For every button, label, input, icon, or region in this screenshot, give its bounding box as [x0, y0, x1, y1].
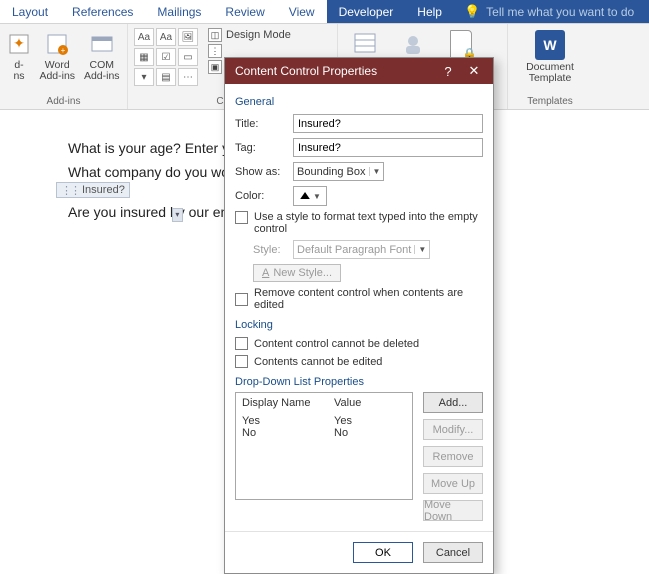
add-button[interactable]: Add... — [423, 392, 483, 413]
svg-text:✦: ✦ — [13, 35, 25, 51]
label-tag: Tag: — [235, 142, 287, 154]
list-item[interactable]: No No — [242, 427, 406, 439]
label-color: Color: — [235, 190, 287, 202]
cc-dropdown-caret[interactable]: ▾ — [172, 208, 183, 222]
new-style-button: A̲ New Style... — [253, 264, 341, 282]
xml-mapping-button[interactable] — [344, 28, 386, 58]
dropdown-list-box[interactable]: Display Name Value Yes Yes No No — [235, 392, 413, 500]
cc-dropdown-button[interactable]: ▾ — [134, 68, 154, 86]
label-title: Title: — [235, 118, 287, 130]
lightbulb-icon: 💡 — [464, 4, 480, 20]
cc-repeating-button[interactable]: ⋯ — [178, 68, 198, 86]
dialog-close-button[interactable]: ✕ — [461, 63, 487, 79]
lock-delete-label: Content control cannot be deleted — [254, 338, 419, 350]
dialog-title-text: Content Control Properties — [235, 64, 377, 78]
doc-line-q3-label: Are you insured by our emp — [68, 204, 240, 220]
document-template-button[interactable]: W Document Template — [518, 28, 582, 84]
addins-button[interactable]: ✦ d- ns — [6, 28, 32, 82]
lock-edit-checkbox[interactable] — [235, 355, 248, 368]
cc-checkbox-button[interactable]: ☑ — [156, 48, 176, 66]
remove-cc-label: Remove content control when contents are… — [254, 287, 483, 311]
group-label-templates: Templates — [514, 96, 586, 107]
group-icon: ▣ — [208, 60, 222, 74]
section-locking: Locking — [235, 319, 483, 331]
tab-references[interactable]: References — [60, 0, 145, 23]
properties-icon: ⋮ — [208, 44, 222, 58]
block-authors-icon — [399, 30, 427, 58]
design-mode-button[interactable]: ◫Design Mode — [208, 28, 291, 42]
design-mode-icon: ◫ — [208, 28, 222, 42]
block-authors-button[interactable] — [392, 28, 434, 58]
color-swatch-icon — [299, 191, 311, 201]
list-header-row: Display Name Value — [242, 397, 406, 409]
xml-mapping-icon — [351, 30, 379, 58]
section-list: Drop-Down List Properties — [235, 376, 483, 388]
restrict-editing-icon: 🔒 — [447, 30, 475, 58]
style-select: Default Paragraph Font ▼ — [293, 240, 430, 259]
tab-help[interactable]: Help — [405, 0, 454, 23]
cc-grip-icon: ⋮⋮ — [61, 184, 79, 197]
com-addins-icon — [88, 30, 116, 58]
tag-input[interactable] — [293, 138, 483, 157]
tab-layout[interactable]: Layout — [0, 0, 60, 23]
word-addins-button[interactable]: + Word Add-ins — [38, 28, 77, 82]
list-col-value: Value — [334, 397, 361, 409]
dialog-help-button[interactable]: ? — [435, 64, 461, 79]
tab-developer[interactable]: Developer — [327, 0, 406, 23]
cancel-button[interactable]: Cancel — [423, 542, 483, 563]
chevron-down-icon: ▼ — [313, 192, 321, 201]
ribbon-tabbar: Layout References Mailings Review View D… — [0, 0, 649, 24]
ok-button[interactable]: OK — [353, 542, 413, 563]
content-control-gallery: Aa Aa 🖼 ▦ ☑ ▭ ▾ ▤ ⋯ — [134, 28, 198, 86]
label-showas: Show as: — [235, 166, 287, 178]
list-col-display: Display Name — [242, 397, 334, 409]
remove-cc-checkbox[interactable] — [235, 293, 248, 306]
tell-me-search[interactable]: 💡 Tell me what you want to do — [454, 0, 649, 23]
tab-review[interactable]: Review — [213, 0, 276, 23]
restrict-editing-button[interactable]: 🔒 — [440, 28, 482, 58]
movedown-button: Move Down — [423, 500, 483, 521]
moveup-button: Move Up — [423, 473, 483, 494]
section-general: General — [235, 96, 483, 108]
chevron-down-icon: ▼ — [414, 245, 426, 254]
modify-button: Modify... — [423, 419, 483, 440]
cc-datepicker-button[interactable]: ▤ — [156, 68, 176, 86]
showas-value: Bounding Box — [297, 166, 366, 178]
use-style-checkbox[interactable] — [235, 211, 248, 224]
addin-icon: ✦ — [5, 30, 33, 58]
dialog-titlebar[interactable]: Content Control Properties ? ✕ — [225, 58, 493, 84]
word-template-icon: W — [535, 30, 565, 60]
cc-title-text: Insured? — [82, 184, 125, 196]
use-style-label: Use a style to format text typed into th… — [254, 211, 483, 235]
tab-view[interactable]: View — [277, 0, 327, 23]
cc-richtext-button[interactable]: Aa — [134, 28, 154, 46]
com-addins-button[interactable]: COM Add-ins — [83, 28, 122, 82]
content-control-properties-dialog: Content Control Properties ? ✕ General T… — [224, 57, 494, 574]
showas-select[interactable]: Bounding Box ▼ — [293, 162, 384, 181]
color-picker-button[interactable]: ▼ — [293, 186, 327, 206]
svg-text:+: + — [61, 46, 66, 55]
cc-picture-button[interactable]: 🖼 — [178, 28, 198, 46]
ribbon-group-templates: W Document Template Templates — [508, 24, 592, 109]
word-addins-icon: + — [43, 30, 71, 58]
label-style: Style: — [253, 244, 287, 256]
group-label-addins: Add-ins — [6, 96, 121, 107]
tell-me-placeholder: Tell me what you want to do — [486, 5, 634, 19]
title-input[interactable] — [293, 114, 483, 133]
new-style-icon: A̲ — [262, 267, 269, 279]
cc-buildingblock-button[interactable]: ▦ — [134, 48, 154, 66]
content-control-handle[interactable]: ⋮⋮ Insured? — [56, 182, 130, 198]
list-item[interactable]: Yes Yes — [242, 415, 406, 427]
cc-plaintext-button[interactable]: Aa — [156, 28, 176, 46]
tab-mailings[interactable]: Mailings — [145, 0, 213, 23]
properties-button[interactable]: ⋮Properties — [208, 44, 291, 58]
lock-edit-label: Contents cannot be edited — [254, 356, 382, 368]
lock-delete-checkbox[interactable] — [235, 337, 248, 350]
chevron-down-icon: ▼ — [369, 167, 381, 176]
style-value: Default Paragraph Font — [297, 244, 411, 256]
ribbon-group-addins: ✦ d- ns + Word Add-ins COM Add-ins Add-i… — [0, 24, 128, 109]
remove-button: Remove — [423, 446, 483, 467]
cc-combobox-button[interactable]: ▭ — [178, 48, 198, 66]
